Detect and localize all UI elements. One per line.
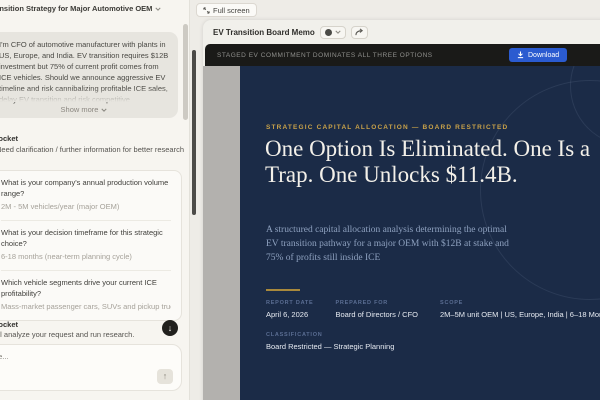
meta-label: REPORT DATE [266, 300, 314, 306]
meta-value: April 6, 2026 [266, 310, 309, 319]
memo-meta-row: REPORT DATE April 6, 2026 PREPARED FOR B… [266, 300, 600, 319]
meta-classification: CLASSIFICATION Board Restricted — Strate… [266, 332, 394, 351]
show-more-label: Show more [60, 105, 99, 114]
message-input[interactable]: Type... ↑ [0, 344, 182, 391]
qa-row[interactable]: Which vehicle segments drive your curren… [1, 271, 171, 320]
text-fade-overlay [0, 88, 178, 102]
answer-text: 6-18 months (near-term planning cycle) [1, 252, 132, 261]
meta-value: Board Restricted — Strategic Planning [266, 342, 395, 351]
memo-eyebrow: STRATEGIC CAPITAL ALLOCATION — BOARD RES… [266, 124, 509, 131]
input-placeholder: Type... [0, 352, 9, 361]
memo-subtitle: A structured capital allocation analysis… [266, 225, 509, 263]
version-dropdown[interactable] [319, 25, 346, 39]
analysis-status-text: I'll analyze your request and run resear… [0, 330, 135, 339]
download-button[interactable]: Download [509, 48, 568, 62]
share-button[interactable] [350, 25, 368, 39]
document-header: EV Transition Board Memo [203, 20, 600, 44]
chevron-down-icon [101, 108, 108, 112]
answer-text: Mass-market passenger cars, SUVs and pic… [1, 302, 171, 311]
fullscreen-label: Full screen [213, 5, 250, 15]
arrow-up-icon: ↑ [162, 371, 168, 381]
arrow-down-icon: ↓ [167, 323, 173, 333]
question-text: What is your decision timeframe for this… [1, 228, 163, 248]
answer-text: 2M - 5M vehicles/year (major OEM) [1, 202, 120, 211]
chevron-down-icon [335, 30, 341, 34]
sidebar-scrollbar[interactable] [183, 24, 188, 120]
meta-scope: SCOPE 2M–5M unit OEM | US, Europe, India… [440, 300, 600, 319]
download-label: Download [528, 51, 560, 59]
key-finding-banner: STAGED EV COMMITMENT DOMINATES ALL THREE… [217, 51, 433, 59]
expand-icon [203, 6, 210, 14]
fullscreen-button[interactable]: Full screen [196, 3, 257, 17]
conversation-title-row[interactable]: EV Transition Strategy for Major Automot… [0, 4, 162, 13]
agent-name: Rocket [0, 134, 19, 143]
clarification-intro: Need clarification / further information… [0, 145, 185, 154]
conversation-title: EV Transition Strategy for Major Automot… [0, 4, 153, 13]
meta-prepared-for: PREPARED FOR Board of Directors / CFO [335, 300, 418, 319]
chevron-down-icon [155, 7, 162, 11]
user-message-bubble: I'm CFO of automotive manufacturer with … [0, 32, 178, 118]
qa-row[interactable]: What is your company's annual production… [1, 171, 171, 221]
meta-label: PREPARED FOR [335, 300, 389, 306]
version-icon [324, 28, 332, 36]
send-button[interactable]: ↑ [157, 369, 173, 384]
document-title: EV Transition Board Memo [213, 27, 315, 37]
gold-divider [266, 289, 300, 291]
scroll-to-bottom-button[interactable]: ↓ [162, 320, 178, 336]
chat-sidebar: EV Transition Strategy for Major Automot… [0, 0, 190, 400]
meta-label: CLASSIFICATION [266, 332, 323, 338]
meta-value: Board of Directors / CFO [335, 310, 419, 319]
question-text: What is your company's annual production… [1, 178, 169, 198]
document-toolbar: STAGED EV COMMITMENT DOMINATES ALL THREE… [205, 44, 600, 66]
share-icon [355, 28, 363, 36]
question-text: Which vehicle segments drive your curren… [1, 278, 157, 298]
agent-name: Rocket [0, 320, 19, 329]
download-icon [517, 51, 524, 59]
meta-report-date: REPORT DATE April 6, 2026 [266, 300, 313, 319]
document-preview-card: EV Transition Board Memo STAGED EV COMMI… [203, 20, 600, 400]
clarification-questions-card: What is your company's annual production… [0, 170, 182, 321]
document-viewport: STRATEGIC CAPITAL ALLOCATION — BOARD RES… [203, 66, 600, 400]
meta-label: SCOPE [440, 300, 464, 306]
memo-headline: One Option Is Eliminated. One Is a Trap.… [265, 136, 591, 187]
qa-row[interactable]: What is your decision timeframe for this… [1, 221, 171, 271]
memo-page: STRATEGIC CAPITAL ALLOCATION — BOARD RES… [240, 66, 600, 400]
meta-value: 2M–5M unit OEM | US, Europe, India | 6–1… [440, 310, 600, 319]
preview-scrollbar[interactable] [192, 50, 196, 215]
show-more-button[interactable]: Show more [0, 105, 178, 114]
